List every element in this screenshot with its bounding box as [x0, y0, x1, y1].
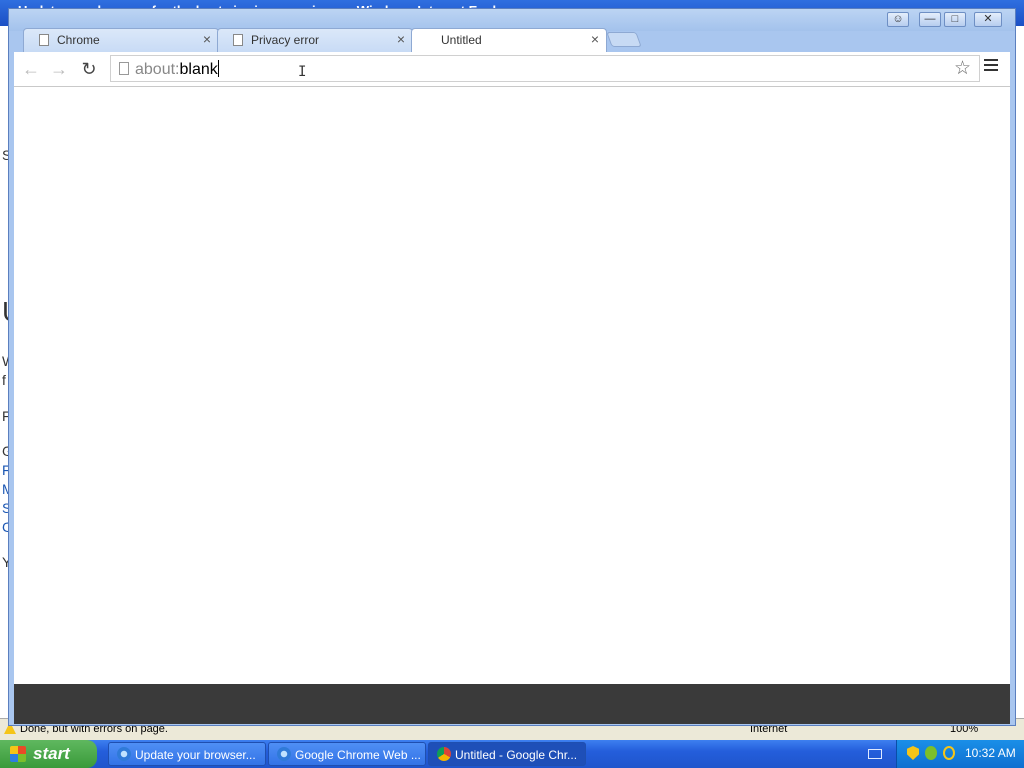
address-bar[interactable]: about:blank [110, 55, 980, 82]
address-path: blank [179, 61, 218, 78]
bookmark-star-icon[interactable]: ☆ [954, 57, 971, 80]
taskbar-item-label: Untitled - Google Chr... [455, 748, 578, 762]
tab-close-icon[interactable]: × [591, 31, 599, 47]
profile-button[interactable]: ☺ [887, 12, 909, 27]
windows-flag-icon [10, 746, 26, 762]
tab-label: Chrome [57, 33, 100, 47]
address-text[interactable]: about:blank [135, 60, 219, 79]
keyboard-icon[interactable] [868, 749, 882, 759]
bottom-bar [14, 684, 1010, 724]
page-icon [119, 62, 129, 75]
clock[interactable]: 10:32 AM [965, 746, 1016, 760]
minimize-button[interactable]: — [919, 12, 941, 27]
page-icon [233, 34, 243, 46]
taskbar-item[interactable]: Google Chrome Web ... [268, 742, 426, 766]
text-caret [217, 60, 219, 77]
reload-button[interactable]: ↻ [78, 58, 100, 80]
network-icon[interactable] [925, 746, 937, 760]
taskbar: start Update your browser... Google Chro… [0, 740, 1024, 768]
ie-icon [277, 747, 291, 761]
close-window-button[interactable]: ✕ [974, 12, 1002, 27]
address-scheme: about: [135, 61, 180, 78]
page-icon [39, 34, 49, 46]
background-text: f [2, 372, 6, 388]
search-icon[interactable] [943, 746, 955, 760]
taskbar-item-label: Update your browser... [135, 748, 256, 762]
tab-chrome[interactable]: Chrome × [23, 28, 219, 52]
taskbar-item-active[interactable]: Untitled - Google Chr... [428, 742, 586, 766]
security-shield-icon[interactable] [907, 746, 919, 760]
taskbar-item[interactable]: Update your browser... [108, 742, 266, 766]
start-button[interactable]: start [0, 740, 97, 768]
chrome-window: ☺ — □ ✕ Chrome × Privacy error × Untitle… [8, 8, 1016, 726]
tab-untitled[interactable]: Untitled × [411, 28, 607, 52]
menu-icon[interactable] [984, 59, 998, 74]
back-button[interactable]: ← [20, 58, 42, 80]
start-label: start [33, 744, 70, 763]
ibeam-cursor-icon: I [298, 64, 307, 80]
chrome-icon [437, 747, 451, 761]
page-content[interactable] [14, 87, 1010, 684]
toolbar: ← → ↻ about:blank ☆ [14, 52, 1010, 87]
tab-close-icon[interactable]: × [203, 31, 211, 47]
tab-label: Untitled [441, 33, 482, 47]
tab-label: Privacy error [251, 33, 320, 47]
tab-background [23, 28, 219, 52]
ie-icon [117, 747, 131, 761]
system-tray: 10:32 AM [896, 740, 1024, 768]
forward-button[interactable]: → [48, 58, 70, 80]
tab-close-icon[interactable]: × [397, 31, 405, 47]
tab-privacy-error[interactable]: Privacy error × [217, 28, 413, 52]
taskbar-item-label: Google Chrome Web ... [295, 748, 421, 762]
new-tab-button[interactable] [606, 32, 642, 47]
maximize-button[interactable]: □ [944, 12, 966, 27]
